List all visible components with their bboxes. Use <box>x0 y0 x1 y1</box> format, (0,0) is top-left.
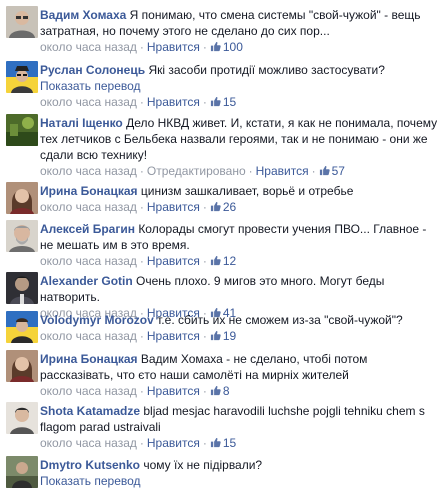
comment-author[interactable]: Руслан Солонець <box>40 63 145 77</box>
comment-time[interactable]: около часа назад <box>40 164 137 178</box>
like-count[interactable]: 100 <box>223 40 243 54</box>
comment-author[interactable]: Alexander Gotin <box>40 274 133 288</box>
edited-label[interactable]: Отредактировано <box>147 164 246 178</box>
comment-time[interactable]: около часа назад <box>40 40 137 54</box>
comment-time[interactable]: около часа назад <box>40 436 137 450</box>
comment-author[interactable]: Dmytro Kutsenko <box>40 458 140 472</box>
avatar[interactable] <box>6 350 38 382</box>
like-button[interactable]: Нравится <box>147 384 200 398</box>
thumbs-up-icon <box>210 201 221 212</box>
comment-meta: около часа назад · Нравится · 19 <box>40 329 237 343</box>
like-button[interactable]: Нравится <box>256 164 309 178</box>
like-count[interactable]: 12 <box>223 254 236 268</box>
comment-text: чому їх не підірвали? <box>143 458 263 472</box>
comment-author[interactable]: Ирина Бонацкая <box>40 352 138 366</box>
show-translation-link[interactable]: Показать перевод <box>40 78 441 94</box>
like-button[interactable]: Нравится <box>147 40 200 54</box>
avatar[interactable] <box>6 220 38 252</box>
thumbs-up-icon <box>210 437 221 448</box>
comment-text: цинизм зашкаливает, ворьё и отребье <box>140 184 354 198</box>
like-count[interactable]: 57 <box>332 164 345 178</box>
like-count[interactable]: 19 <box>223 329 236 343</box>
comment-meta: около часа назад · Нравится · 8 <box>40 384 230 398</box>
avatar[interactable] <box>6 272 38 304</box>
comment-meta: около часа назад · Нравится · 26 <box>40 200 237 214</box>
comment-author[interactable]: Volodymyr Morozov <box>40 313 154 327</box>
like-count[interactable]: 26 <box>223 200 236 214</box>
avatar[interactable] <box>6 114 38 146</box>
comment-text: т.е. сбить их не сможем из-за "свой-чужо… <box>157 313 403 327</box>
like-button[interactable]: Нравится <box>147 200 200 214</box>
comment-author[interactable]: Ирина Бонацкая <box>40 184 138 198</box>
avatar[interactable] <box>6 61 38 93</box>
like-button[interactable]: Нравится <box>147 329 200 343</box>
thumbs-up-icon <box>319 165 330 176</box>
comment-meta: около часа назад · Нравится · 100 <box>40 40 243 54</box>
like-button[interactable]: Нравится <box>147 254 200 268</box>
thumbs-up-icon <box>210 330 221 341</box>
comment-author[interactable]: Наталі Іщенко <box>40 116 123 130</box>
comment-meta: около часа назад · Нравится · 15 <box>40 95 237 109</box>
like-button[interactable]: Нравится <box>147 436 200 450</box>
like-count[interactable]: 8 <box>223 384 230 398</box>
comment-author[interactable]: Вадим Хомаха <box>40 8 126 22</box>
comment-time[interactable]: около часа назад <box>40 254 137 268</box>
avatar[interactable] <box>6 311 38 343</box>
thumbs-up-icon <box>210 41 221 52</box>
comment-author[interactable]: Shota Katamadze <box>40 404 140 418</box>
comment-author[interactable]: Алексей Брагин <box>40 222 135 236</box>
comment-text: Які засоби протидії можливо застосувати? <box>148 63 385 77</box>
thumbs-up-icon <box>210 255 221 266</box>
avatar[interactable] <box>6 456 38 488</box>
comment-meta: около часа назад · Отредактировано · Нравитс… <box>40 164 345 178</box>
avatar[interactable] <box>6 6 38 38</box>
comment-meta: около часа назад · Нравится · 12 <box>40 254 237 268</box>
thumbs-up-icon <box>210 96 221 107</box>
comment-time[interactable]: около часа назад <box>40 200 137 214</box>
comment-time[interactable]: около часа назад <box>40 384 137 398</box>
like-button[interactable]: Нравится <box>147 95 200 109</box>
like-count[interactable]: 15 <box>223 436 236 450</box>
thumbs-up-icon <box>210 385 221 396</box>
comment-time[interactable]: около часа назад <box>40 95 137 109</box>
avatar[interactable] <box>6 182 38 214</box>
comment-time[interactable]: около часа назад <box>40 329 137 343</box>
avatar[interactable] <box>6 402 38 434</box>
like-count[interactable]: 15 <box>223 95 236 109</box>
show-translation-link[interactable]: Показать перевод <box>40 473 441 489</box>
comment-meta: около часа назад · Нравится · 15 <box>40 436 237 450</box>
